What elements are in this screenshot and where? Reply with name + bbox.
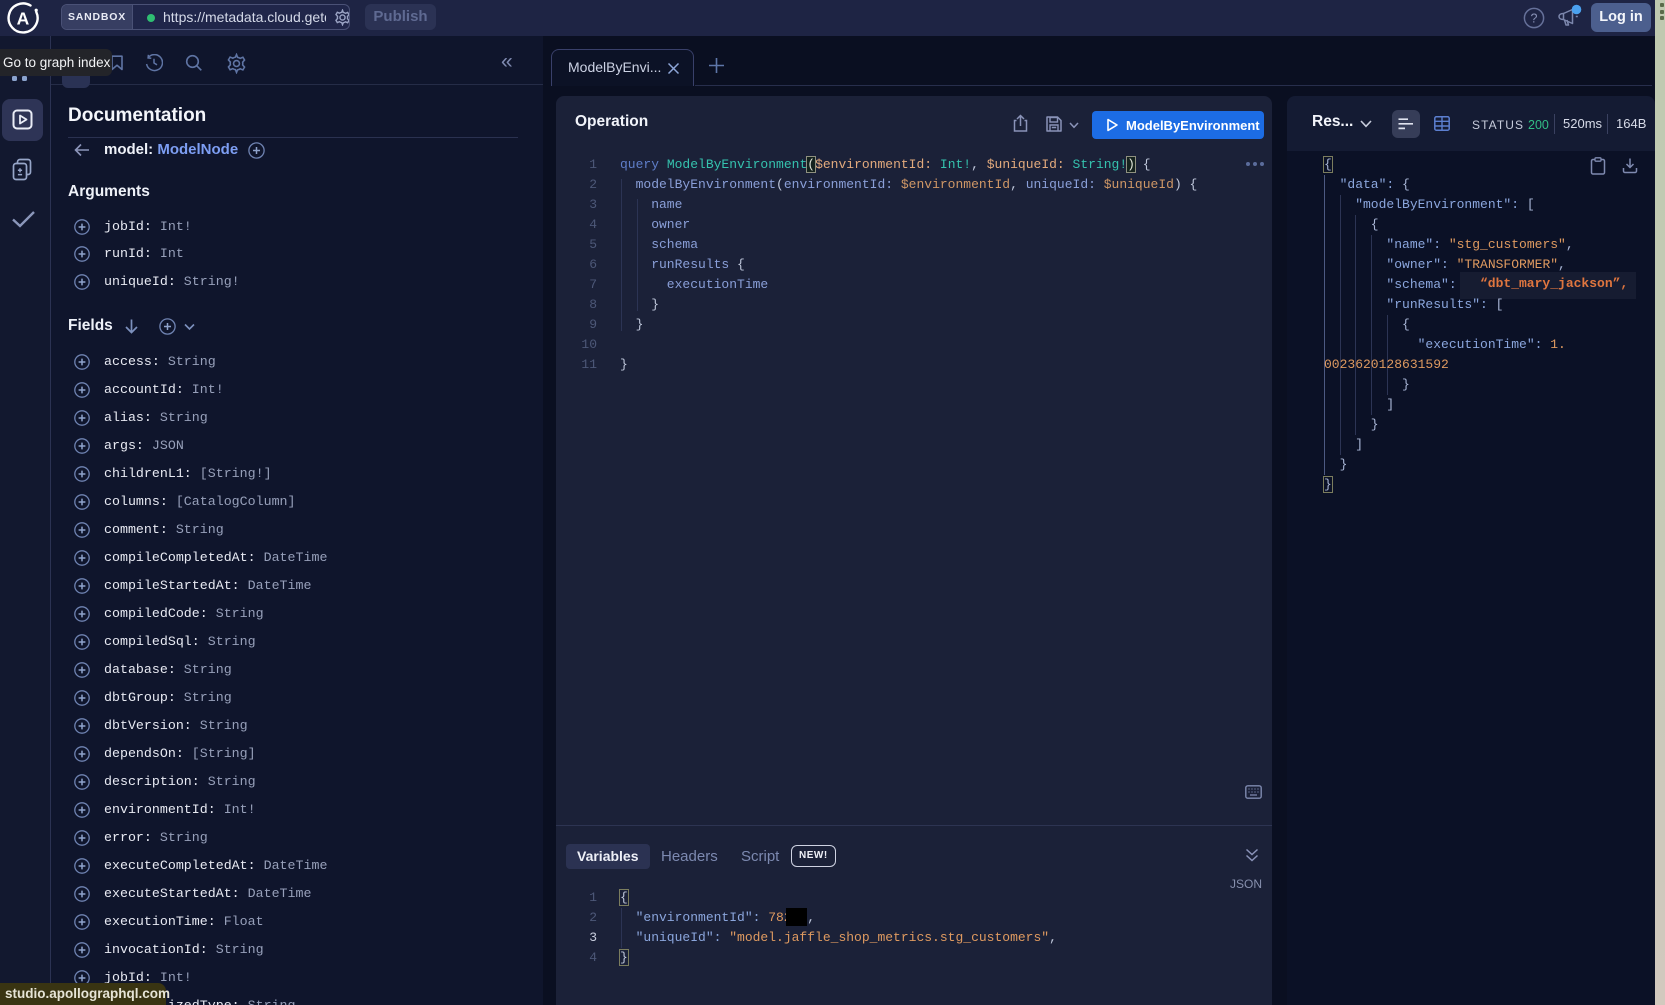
svg-text:?: ? (1531, 12, 1538, 26)
svg-text:A: A (17, 9, 30, 29)
